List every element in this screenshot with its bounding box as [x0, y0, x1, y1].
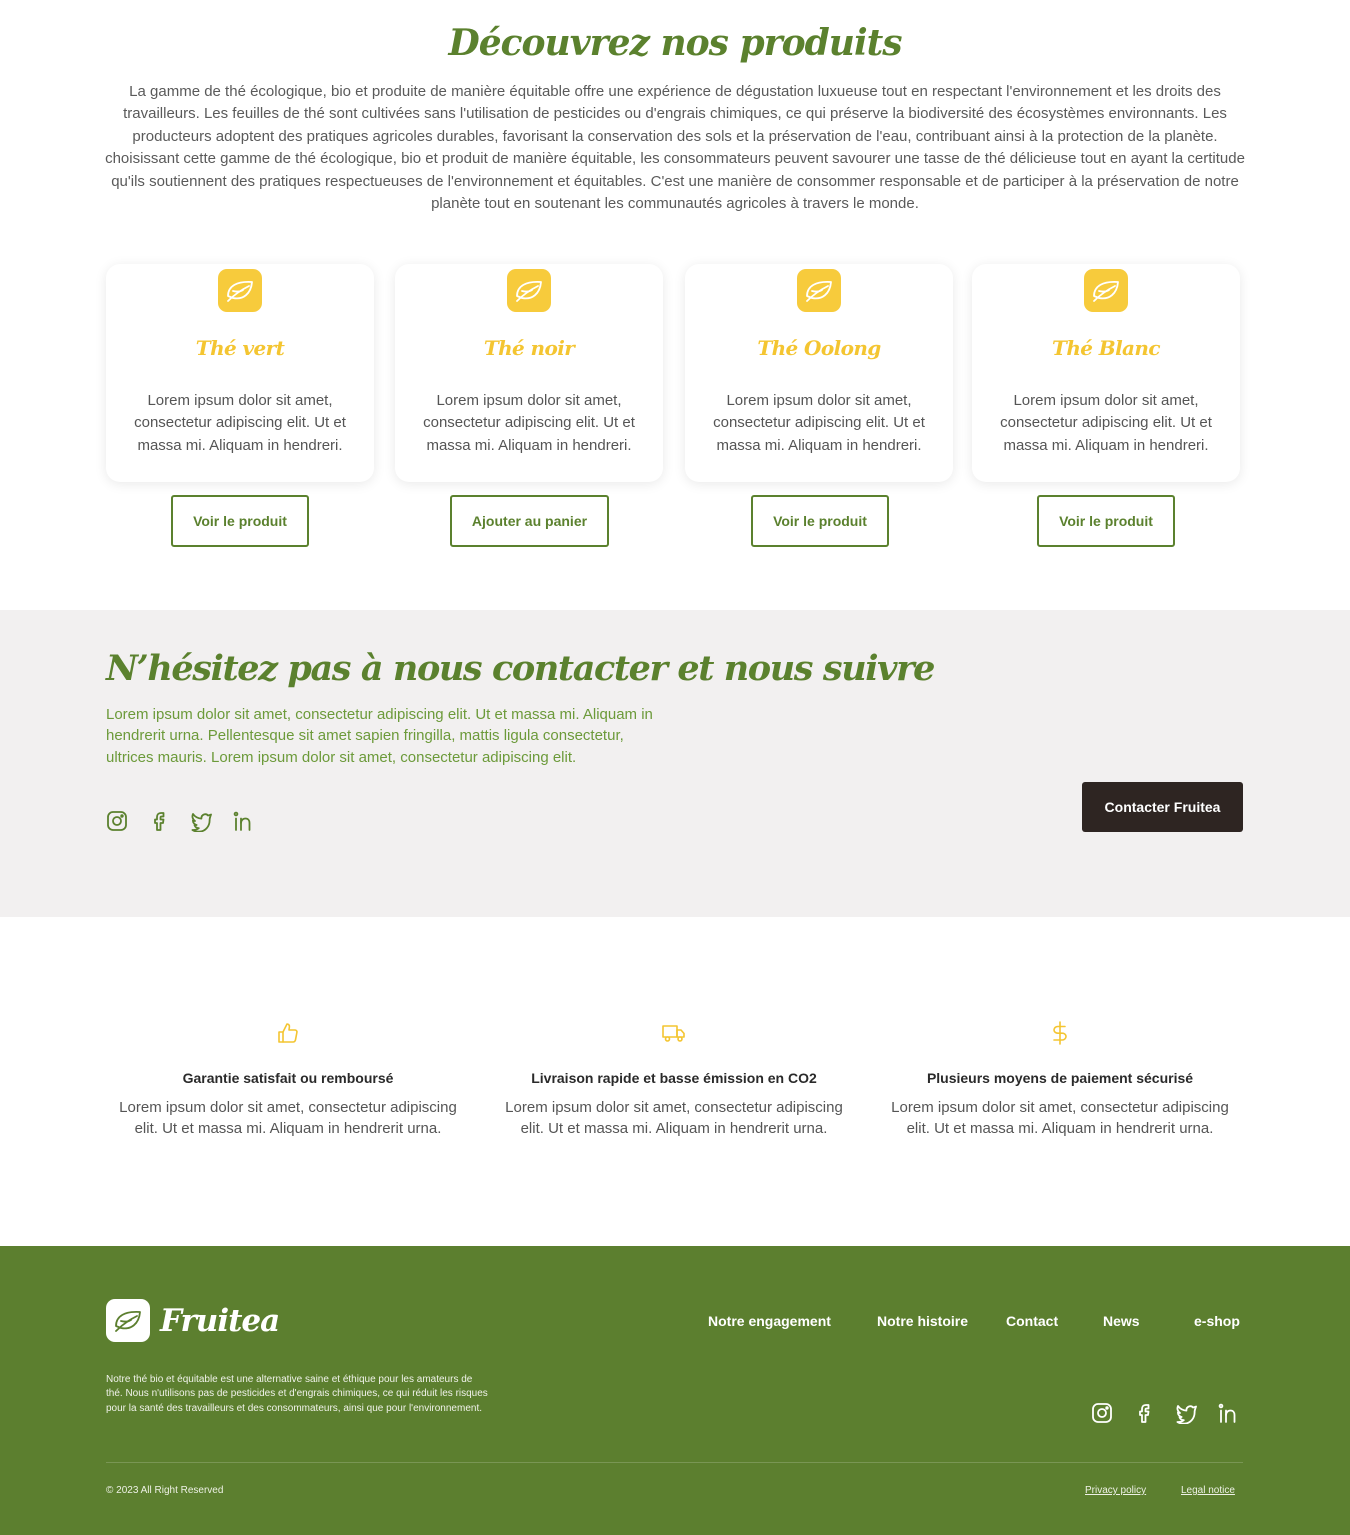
products-section: Découvrez nos produits La gamme de thé é…	[0, 0, 1350, 610]
add-to-cart-button[interactable]: Ajouter au panier	[450, 495, 609, 547]
contact-section: N’hésitez pas à nous contacter et nous s…	[0, 610, 1350, 917]
footer: Fruitea Notre engagement Notre histoire …	[0, 1246, 1350, 1535]
truck-icon	[662, 1021, 686, 1045]
contact-fruitea-button[interactable]: Contacter Fruitea	[1082, 782, 1243, 832]
facebook-icon[interactable]	[1133, 1402, 1155, 1424]
product-card-white-tea: Thé Blanc Lorem ipsum dolor sit amet, co…	[972, 264, 1240, 482]
brand-name: Fruitea	[160, 1302, 280, 1339]
feature-text: Lorem ipsum dolor sit amet, consectetur …	[505, 1099, 843, 1138]
instagram-icon[interactable]	[1091, 1402, 1113, 1424]
card-title: Thé vert	[195, 336, 285, 360]
feature-text: Lorem ipsum dolor sit amet, consectetur …	[891, 1099, 1229, 1138]
intro-paragraph-2: choisissant cette gamme de thé écologiqu…	[105, 150, 1245, 213]
product-card-green-tea: Thé vert Lorem ipsum dolor sit amet, con…	[106, 264, 374, 482]
footer-nav-engagement[interactable]: Notre engagement	[708, 1313, 831, 1329]
footer-socials	[1091, 1402, 1239, 1424]
feature-guarantee: Garantie satisfait ou remboursé Lorem ip…	[108, 1021, 468, 1140]
footer-logo[interactable]: Fruitea	[106, 1299, 280, 1342]
features-section: Garantie satisfait ou remboursé Lorem ip…	[0, 917, 1350, 1246]
twitter-icon[interactable]	[1175, 1402, 1197, 1424]
contact-title: N’hésitez pas à nous contacter et nous s…	[106, 648, 935, 689]
view-product-button[interactable]: Voir le produit	[1037, 495, 1175, 547]
twitter-icon[interactable]	[190, 810, 212, 832]
feature-text: Lorem ipsum dolor sit amet, consectetur …	[119, 1099, 457, 1138]
leaf-icon	[1084, 269, 1128, 312]
legal-notice-link[interactable]: Legal notice	[1181, 1485, 1235, 1496]
footer-nav-contact[interactable]: Contact	[1006, 1313, 1058, 1329]
contact-text: Lorem ipsum dolor sit amet, consectetur …	[106, 706, 653, 766]
view-product-button[interactable]: Voir le produit	[751, 495, 889, 547]
card-text: Lorem ipsum dolor sit amet, consectetur …	[423, 392, 635, 454]
card-title: Thé Blanc	[1052, 336, 1161, 360]
facebook-icon[interactable]	[148, 810, 170, 832]
card-title: Thé noir	[483, 336, 575, 360]
products-title: Découvrez nos produits	[448, 22, 902, 64]
footer-nav-histoire[interactable]: Notre histoire	[877, 1313, 968, 1329]
card-text: Lorem ipsum dolor sit amet, consectetur …	[134, 392, 346, 454]
feature-title: Garantie satisfait ou remboursé	[182, 1070, 394, 1086]
dollar-icon	[1048, 1021, 1072, 1045]
footer-nav-news[interactable]: News	[1103, 1313, 1140, 1329]
privacy-policy-link[interactable]: Privacy policy	[1085, 1485, 1146, 1496]
copyright: © 2023 All Right Reserved	[106, 1485, 224, 1496]
thumbs-up-icon	[276, 1021, 300, 1045]
feature-delivery: Livraison rapide et basse émission en CO…	[494, 1021, 854, 1140]
contact-socials	[106, 810, 254, 832]
leaf-icon	[218, 269, 262, 312]
card-text: Lorem ipsum dolor sit amet, consectetur …	[713, 392, 925, 454]
leaf-icon	[507, 269, 551, 312]
instagram-icon[interactable]	[106, 810, 128, 832]
view-product-button[interactable]: Voir le produit	[171, 495, 309, 547]
linkedin-icon[interactable]	[1217, 1402, 1239, 1424]
footer-nav-eshop[interactable]: e-shop	[1194, 1313, 1240, 1329]
linkedin-icon[interactable]	[232, 810, 254, 832]
leaf-icon	[797, 269, 841, 312]
product-card-oolong-tea: Thé Oolong Lorem ipsum dolor sit amet, c…	[685, 264, 953, 482]
feature-title: Plusieurs moyens de paiement sécurisé	[926, 1070, 1194, 1086]
footer-divider	[106, 1462, 1243, 1463]
card-title: Thé Oolong	[757, 336, 881, 360]
feature-title: Livraison rapide et basse émission en CO…	[531, 1070, 817, 1086]
card-text: Lorem ipsum dolor sit amet, consectetur …	[1000, 392, 1212, 454]
product-card-black-tea: Thé noir Lorem ipsum dolor sit amet, con…	[395, 264, 663, 482]
feature-payment: Plusieurs moyens de paiement sécurisé Lo…	[880, 1021, 1240, 1140]
leaf-icon	[106, 1299, 150, 1342]
intro-paragraph-1: La gamme de thé écologique, bio et produ…	[123, 83, 1227, 145]
footer-description: Notre thé bio et équitable est une alter…	[106, 1374, 488, 1414]
products-intro: La gamme de thé écologique, bio et produ…	[105, 81, 1245, 215]
